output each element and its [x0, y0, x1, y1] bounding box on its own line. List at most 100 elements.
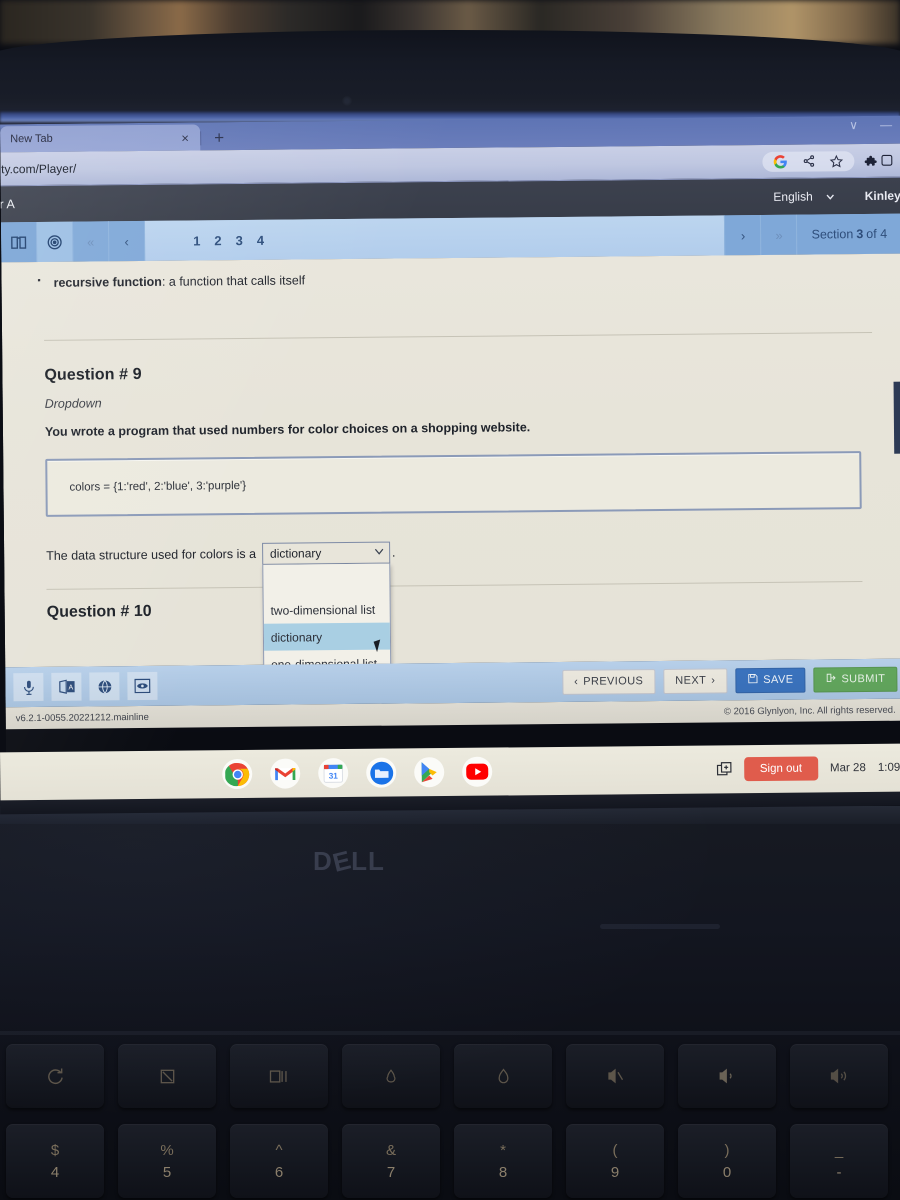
new-tab-button[interactable]: +	[206, 126, 232, 150]
screen-capture-icon[interactable]	[716, 761, 732, 777]
translate-icon[interactable]: A	[51, 672, 82, 701]
keyboard-number-row: $ 4 % 5 ^ 6 & 7 * 8 ( 9) 0 _ -	[0, 1124, 900, 1198]
save-button[interactable]: SAVE	[735, 667, 806, 693]
submit-label: SUBMIT	[841, 672, 886, 686]
globe-icon[interactable]	[89, 672, 120, 701]
profile-avatar-icon[interactable]	[878, 152, 894, 168]
content-scrollbar[interactable]	[892, 254, 900, 659]
dropdown-selected-value: dictionary	[269, 546, 322, 561]
webcam-icon	[342, 96, 352, 106]
page-number-1[interactable]: 1	[193, 233, 200, 248]
address-bar-url[interactable]: ity.com/Player/	[0, 155, 762, 176]
key-4[interactable]: $ 4	[6, 1124, 104, 1198]
extensions-puzzle-icon[interactable]	[862, 152, 878, 168]
key-6[interactable]: ^ 6	[230, 1124, 328, 1198]
scrollbar-thumb[interactable]	[893, 381, 900, 454]
user-name[interactable]: Kinley	[865, 189, 900, 203]
chevron-down-icon	[374, 548, 384, 558]
reader-eye-icon[interactable]	[127, 671, 158, 701]
page-number-4[interactable]: 4	[257, 232, 264, 247]
question-title: Question # 9	[44, 365, 142, 384]
key-9-shift: (	[612, 1141, 618, 1159]
course-title: ster A	[0, 197, 15, 212]
dropdown-options-list[interactable]: two-dimensional list dictionary one-dime…	[262, 563, 392, 668]
dropdown-option-blank[interactable]	[263, 564, 389, 597]
key-0-shift: )	[724, 1141, 730, 1159]
sign-out-button[interactable]: Sign out	[743, 756, 819, 782]
brightness-down-key[interactable]	[342, 1044, 440, 1108]
tab-separator	[200, 131, 202, 146]
section-current: 3	[856, 227, 864, 242]
first-page-button[interactable]: «	[72, 221, 110, 262]
language-label[interactable]: English	[773, 190, 812, 204]
previous-page-button[interactable]: ‹	[108, 220, 146, 262]
app-version: v6.2.1-0055.20221212.mainline	[15, 711, 149, 724]
next-button[interactable]: NEXT ›	[663, 667, 728, 694]
chevron-down-icon[interactable]: ∨	[849, 118, 858, 132]
key-8-base: 8	[498, 1163, 508, 1181]
section-divider	[44, 331, 873, 341]
brightness-up-key[interactable]	[454, 1044, 552, 1108]
keyboard-top-edge	[0, 1031, 900, 1035]
minimize-icon[interactable]: —	[880, 118, 892, 132]
screenshot-root: New Tab × + ∨ — ity.com/Player/ ster A E…	[0, 0, 900, 1200]
toc-book-icon[interactable]	[0, 221, 38, 263]
chrome-icon[interactable]	[222, 758, 253, 790]
key-minus-base: -	[836, 1163, 842, 1181]
next-label: NEXT	[675, 674, 707, 687]
nav-right-group: › »	[724, 214, 797, 256]
page-number-2[interactable]: 2	[214, 233, 221, 248]
play-store-icon[interactable]	[414, 757, 445, 788]
calendar-icon[interactable]: 31	[318, 757, 349, 789]
dropdown-control[interactable]: dictionary	[261, 541, 391, 565]
key-7-base: 7	[386, 1163, 396, 1181]
app-header-right: English Kinley	[773, 188, 900, 205]
page-number-3[interactable]: 3	[236, 232, 243, 247]
close-icon[interactable]: ×	[176, 130, 194, 145]
page-number-list: 1 2 3 4	[144, 215, 725, 261]
answer-dropdown[interactable]: dictionary two-dimensional list dictiona…	[261, 541, 392, 668]
shelf-app-list: 31	[222, 756, 493, 790]
mute-key[interactable]	[566, 1044, 664, 1108]
key-minus[interactable]: _ -	[790, 1124, 888, 1198]
question-prompt: You wrote a program that used numbers fo…	[44, 420, 531, 439]
objectives-target-icon[interactable]	[36, 221, 74, 262]
vocab-definition: : a function that calls itself	[161, 273, 306, 289]
shelf-date[interactable]: Mar 28	[830, 762, 866, 774]
submit-button[interactable]: SUBMIT	[813, 666, 898, 693]
key-7[interactable]: & 7	[342, 1124, 440, 1198]
previous-button[interactable]: ‹ PREVIOUS	[562, 668, 656, 695]
next-page-button[interactable]: ›	[724, 215, 761, 256]
shelf-status-area: Sign out Mar 28 1:09	[716, 756, 900, 782]
chevron-down-icon[interactable]	[823, 188, 839, 204]
dropdown-option-dictionary[interactable]: dictionary	[263, 622, 390, 651]
window-controls: ∨ —	[849, 118, 892, 132]
shelf-time[interactable]: 1:09	[878, 762, 900, 774]
volume-down-key[interactable]	[678, 1044, 776, 1108]
chromebook-screen: New Tab × + ∨ — ity.com/Player/ ster A E…	[0, 115, 900, 815]
share-icon[interactable]	[800, 153, 816, 169]
google-g-icon[interactable]	[772, 153, 788, 169]
key-9[interactable]: ( 9	[566, 1124, 664, 1198]
volume-up-key[interactable]	[790, 1044, 888, 1108]
key-5[interactable]: % 5	[118, 1124, 216, 1198]
keyboard-function-row	[0, 1044, 900, 1108]
youtube-icon[interactable]	[462, 756, 493, 787]
microphone-icon[interactable]	[13, 672, 44, 702]
section-indicator: Section 3 of 4	[796, 213, 900, 255]
code-snippet-box: colors = {1:'red', 2:'blue', 3:'purple'}	[45, 451, 862, 517]
key-8-shift: *	[500, 1141, 506, 1159]
fullscreen-key[interactable]	[118, 1044, 216, 1108]
gmail-icon[interactable]	[270, 758, 301, 789]
browser-tab[interactable]: New Tab ×	[0, 124, 201, 153]
dropdown-option-two-dimensional-list[interactable]: two-dimensional list	[263, 596, 389, 624]
key-0[interactable]: ) 0	[678, 1124, 776, 1198]
key-8[interactable]: * 8	[454, 1124, 552, 1198]
bookmark-star-icon[interactable]	[828, 153, 844, 169]
code-snippet-text: colors = {1:'red', 2:'blue', 3:'purple'}	[69, 479, 247, 494]
svg-text:A: A	[68, 683, 73, 691]
files-icon[interactable]	[366, 757, 397, 788]
last-page-button[interactable]: »	[760, 214, 797, 256]
refresh-key[interactable]	[6, 1044, 104, 1108]
overview-key[interactable]	[230, 1044, 328, 1108]
